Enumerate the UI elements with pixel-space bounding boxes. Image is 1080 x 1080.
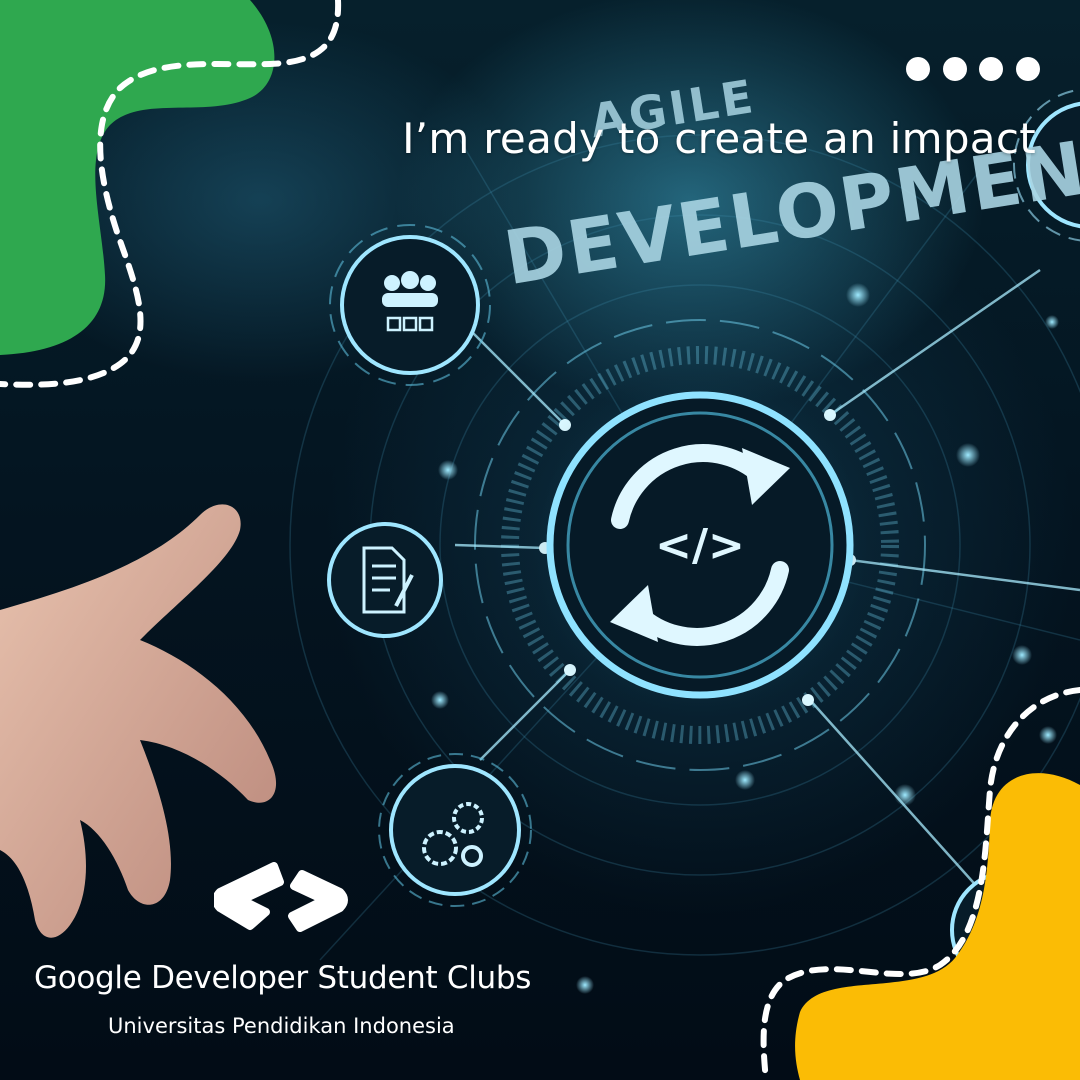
menu-dot [942, 57, 967, 81]
brand-name: Google Developer Student Clubs [34, 960, 532, 996]
code-symbol: </> [655, 520, 745, 571]
yellow-blob [760, 687, 1080, 1080]
central-hub: </> [515, 360, 885, 730]
menu-dots-icon[interactable] [906, 56, 1040, 82]
satellite-gears [378, 753, 532, 907]
menu-dot [1015, 57, 1040, 81]
headline: I’m ready to create an impact [402, 114, 1036, 163]
menu-dot [906, 57, 930, 81]
satellite-document [327, 522, 443, 638]
menu-dot [979, 57, 1004, 81]
brand-institution: Universitas Pendidikan Indonesia [108, 1014, 455, 1038]
gdsc-logo-icon [214, 862, 348, 932]
satellite-team [329, 224, 491, 386]
poster-canvas: </> AGILE DEVELOPMENT I’m ready to creat… [0, 0, 1080, 1080]
green-blob [0, 0, 342, 388]
